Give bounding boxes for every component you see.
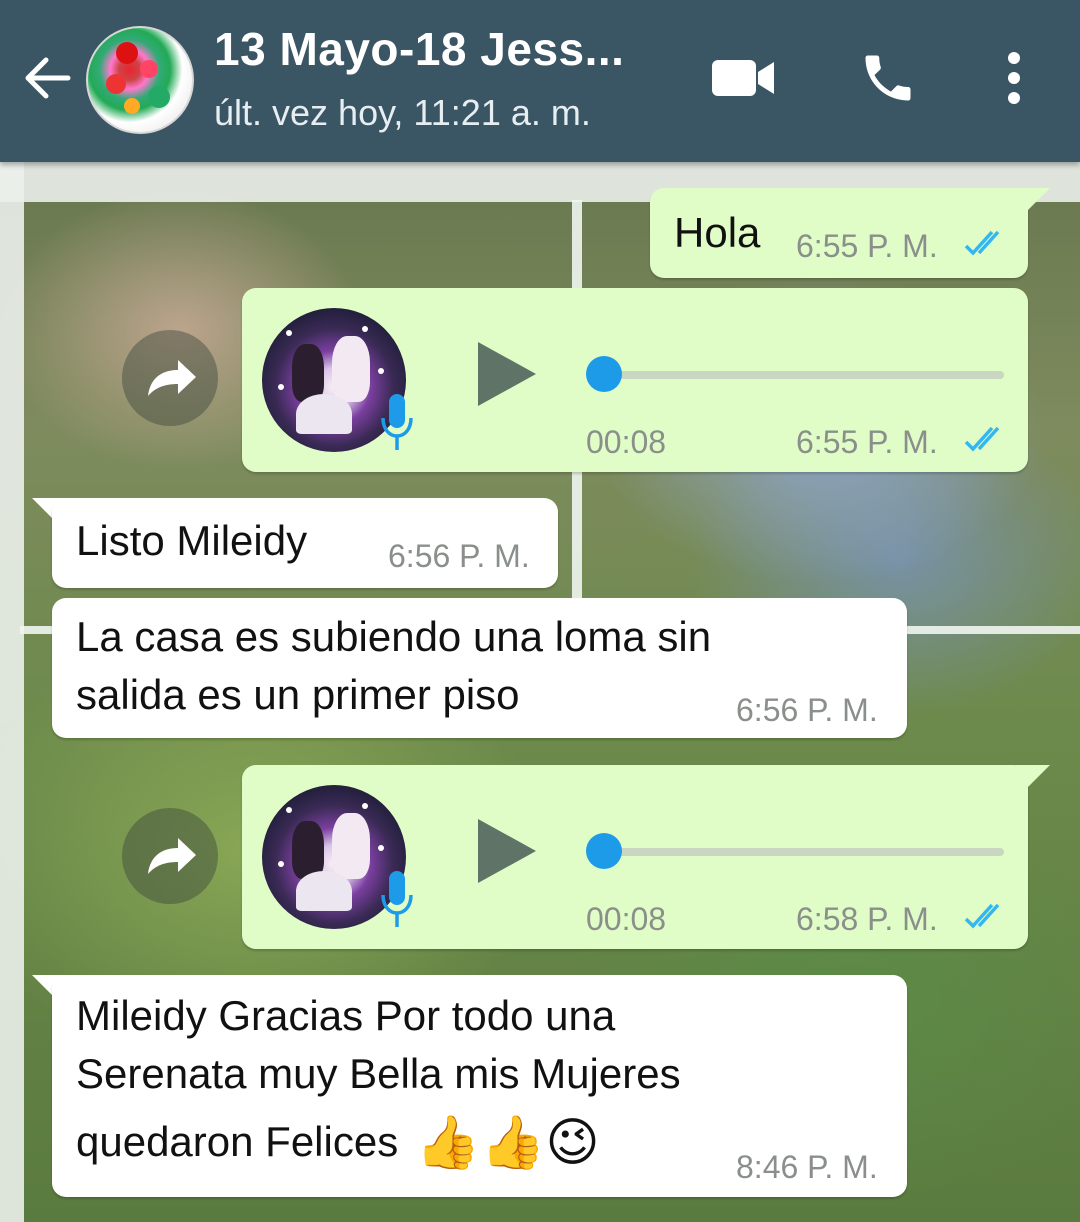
message-time: 6:58 P. M. xyxy=(796,901,938,937)
voice-call-button[interactable] xyxy=(858,48,918,113)
video-call-icon xyxy=(712,60,774,96)
message-line: Mileidy Gracias Por todo una xyxy=(76,992,616,1039)
voice-seek-knob[interactable] xyxy=(586,833,622,869)
forward-icon xyxy=(148,838,196,874)
read-receipt-icon xyxy=(964,426,1000,452)
message-time: 6:56 P. M. xyxy=(388,538,530,574)
message-bubble-incoming[interactable]: Listo Mileidy 6:56 P. M. xyxy=(52,498,558,588)
forward-icon xyxy=(148,360,196,396)
voice-message-bubble[interactable]: 00:08 6:55 P. M. xyxy=(242,288,1028,472)
wallpaper-frame xyxy=(0,162,24,1222)
message-line: salida es un primer piso xyxy=(76,671,520,718)
message-time: 6:56 P. M. xyxy=(736,692,878,728)
voice-duration: 00:08 xyxy=(586,424,667,460)
voice-message-bubble[interactable]: 00:08 6:58 P. M. xyxy=(242,765,1028,949)
contact-name[interactable]: 13 Mayo-18 Jess... xyxy=(214,22,624,76)
phone-call-icon xyxy=(865,55,911,101)
message-line: quedaron Felices xyxy=(76,1118,399,1165)
forward-button[interactable] xyxy=(122,808,218,904)
microphone-icon xyxy=(381,871,413,927)
contact-avatar[interactable] xyxy=(86,26,194,134)
message-line: La casa es subiendo una loma sin xyxy=(76,613,712,660)
message-text: Listo Mileidy xyxy=(76,517,308,564)
forward-button[interactable] xyxy=(122,330,218,426)
more-vert-icon xyxy=(1008,52,1020,104)
video-call-button[interactable] xyxy=(710,54,776,107)
microphone-icon xyxy=(381,394,413,450)
voice-seek-knob[interactable] xyxy=(586,356,622,392)
voice-seek-track[interactable] xyxy=(596,848,1004,856)
back-button[interactable] xyxy=(20,50,76,106)
message-bubble-incoming[interactable]: La casa es subiendo una loma sin salida … xyxy=(52,598,907,738)
last-seen-status: últ. vez hoy, 11:21 a. m. xyxy=(214,92,591,133)
play-button[interactable] xyxy=(474,340,538,408)
chat-header: 13 Mayo-18 Jess... últ. vez hoy, 11:21 a… xyxy=(0,0,1080,162)
message-text: Hola xyxy=(674,209,761,256)
read-receipt-icon xyxy=(964,903,1000,929)
voice-duration: 00:08 xyxy=(586,901,667,937)
message-bubble-incoming[interactable]: Mileidy Gracias Por todo una Serenata mu… xyxy=(52,975,907,1197)
voice-seek-track[interactable] xyxy=(596,371,1004,379)
play-button[interactable] xyxy=(474,817,538,885)
message-line-with-emoji: quedaron Felices 👍👍😉 xyxy=(76,1113,600,1172)
read-receipt-icon xyxy=(964,230,1000,256)
emoji: 👍👍😉 xyxy=(415,1114,600,1172)
message-bubble-outgoing[interactable]: Hola 6:55 P. M. xyxy=(650,188,1028,278)
bubble-tail xyxy=(1016,765,1050,791)
message-time: 8:46 P. M. xyxy=(736,1149,878,1185)
message-time: 6:55 P. M. xyxy=(796,228,938,264)
bubble-tail xyxy=(1016,188,1050,214)
message-line: Serenata muy Bella mis Mujeres xyxy=(76,1050,681,1097)
menu-button[interactable] xyxy=(996,50,1032,111)
message-time: 6:55 P. M. xyxy=(796,424,938,460)
arrow-left-icon xyxy=(25,57,71,99)
